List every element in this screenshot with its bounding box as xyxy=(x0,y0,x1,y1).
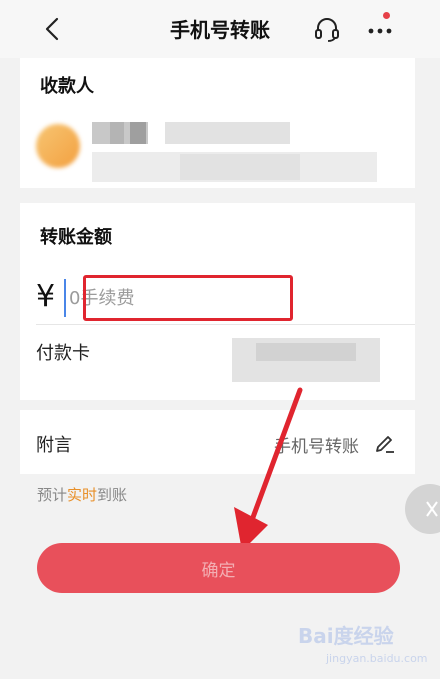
confirm-button[interactable]: 确定 xyxy=(37,543,400,593)
eta-highlight: 实时 xyxy=(67,486,98,504)
annotation-arrow xyxy=(234,387,303,551)
arrival-estimate: 预计实时到账 xyxy=(37,484,127,505)
more-icon xyxy=(368,28,392,34)
annotation-highlight-box xyxy=(83,275,293,321)
payee-account-blur-pixel xyxy=(180,154,300,180)
amount-card: 转账金额 ¥ 付款卡 xyxy=(20,203,415,400)
payee-name-blur-pixel xyxy=(130,122,146,144)
notification-dot xyxy=(383,12,390,19)
baidu-jingyan-watermark: Bai度经验 jingyan.baidu.com xyxy=(298,620,438,675)
payee-name-blur-pixel xyxy=(110,122,124,144)
payee-card: 收款人 xyxy=(20,58,415,188)
close-icon xyxy=(426,501,438,517)
eta-suffix: 到账 xyxy=(97,486,128,504)
note-card[interactable]: 附言 手机号转账 xyxy=(20,410,415,474)
note-label: 附言 xyxy=(36,435,72,456)
payee-section-title: 收款人 xyxy=(40,76,94,97)
more-button[interactable] xyxy=(364,12,396,44)
payee-phone-blurred xyxy=(165,122,290,144)
currency-symbol: ¥ xyxy=(36,279,56,314)
headset-icon[interactable] xyxy=(313,15,341,43)
edit-icon[interactable] xyxy=(373,430,397,454)
watermark-sub-text: jingyan.baidu.com xyxy=(326,652,428,665)
floating-close-handle[interactable] xyxy=(405,484,440,534)
eta-prefix: 预计 xyxy=(37,486,68,504)
pay-card-label: 付款卡 xyxy=(36,343,90,364)
top-nav: 手机号转账 xyxy=(0,0,440,58)
amount-section-title: 转账金额 xyxy=(40,227,112,248)
watermark-main-text: Bai度经验 xyxy=(298,624,394,648)
payee-avatar[interactable] xyxy=(36,124,80,168)
divider xyxy=(36,324,415,325)
pay-card-blur-pixel xyxy=(256,343,356,361)
